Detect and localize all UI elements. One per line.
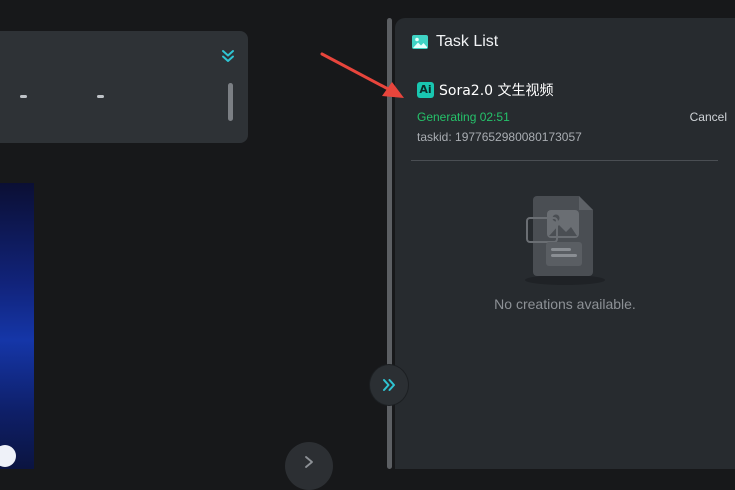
double-chevron-down-icon[interactable] <box>220 48 236 64</box>
placeholder-dash <box>97 95 104 98</box>
annotation-arrow-icon <box>318 48 408 105</box>
empty-message: No creations available. <box>494 296 636 312</box>
cancel-button[interactable]: Cancel <box>690 110 727 124</box>
app-window: Task List Ai Sora2.0 文生视频 Generating 02:… <box>0 0 735 490</box>
next-button[interactable] <box>285 442 333 490</box>
thumbnail-highlight <box>0 445 16 467</box>
panel-title: Task List <box>436 33 499 50</box>
task-item: Ai Sora2.0 文生视频 Generating 02:51 Cancel … <box>417 80 727 144</box>
video-thumbnail[interactable] <box>0 183 34 469</box>
ai-badge-icon: Ai <box>417 82 434 98</box>
task-status: Generating 02:51 <box>417 110 510 124</box>
prompt-card[interactable] <box>0 31 248 143</box>
panel-header: Task List <box>411 32 498 52</box>
divider-line <box>411 160 718 161</box>
placeholder-dash <box>20 95 27 98</box>
task-title-row: Ai Sora2.0 文生视频 <box>417 80 717 100</box>
image-file-icon <box>517 192 613 293</box>
task-list-panel: Task List Ai Sora2.0 文生视频 Generating 02:… <box>395 18 735 469</box>
image-gallery-icon <box>411 34 429 50</box>
prompt-scrollbar[interactable] <box>228 83 233 121</box>
task-name: Sora2.0 文生视频 <box>439 83 554 99</box>
task-id: taskid: 1977652980080173057 <box>417 130 582 144</box>
expand-panel-button[interactable] <box>370 365 408 405</box>
